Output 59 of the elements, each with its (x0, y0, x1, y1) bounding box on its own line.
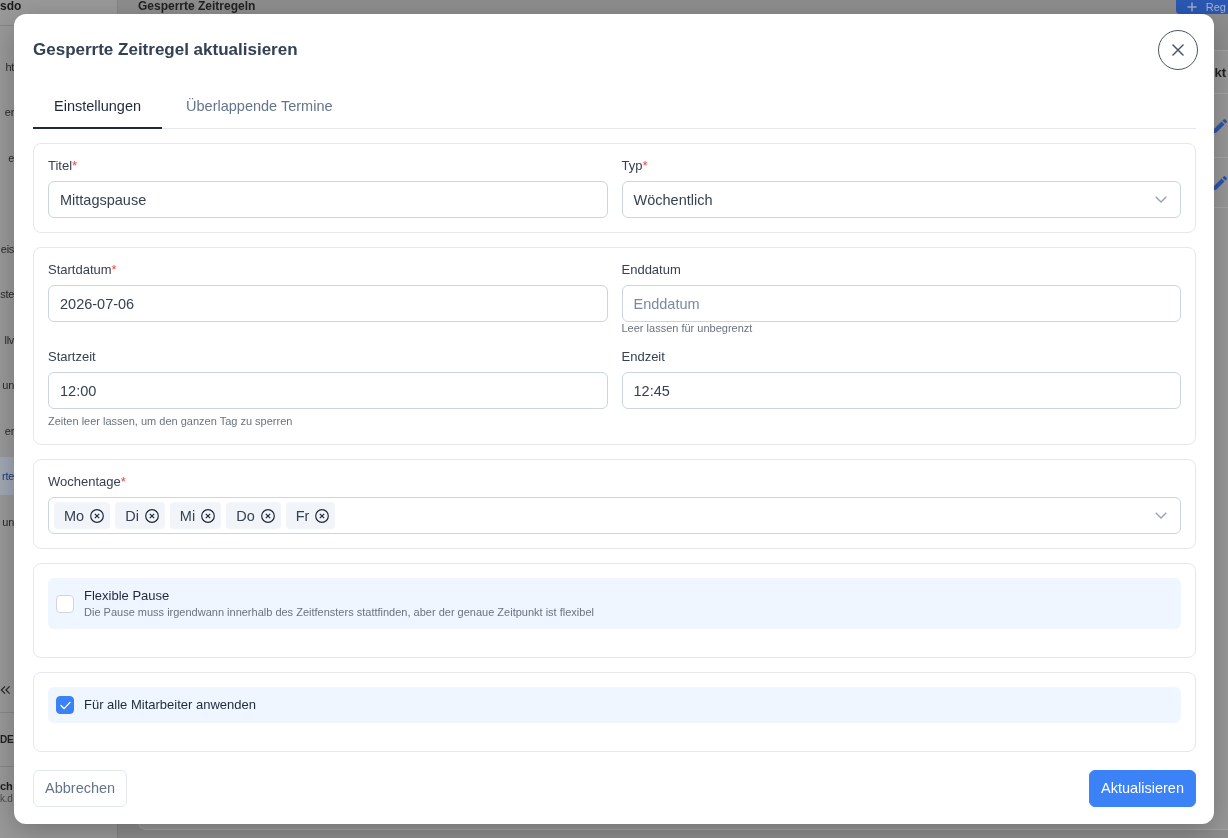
sidebar-item[interactable]: e (0, 138, 14, 177)
field-label: Enddatum (621, 261, 681, 279)
page-heading: Gesperrte Zeitregeln (138, 0, 256, 13)
text-field[interactable]: Enddatum (621, 285, 1181, 322)
sidebar-item[interactable]: eis (0, 229, 14, 268)
weekday-label: Fr (295, 507, 310, 524)
circle-x-icon[interactable] (144, 508, 159, 523)
circle-x-icon[interactable] (260, 508, 275, 523)
update-button[interactable]: Aktualisieren (1089, 769, 1196, 807)
hint-text: Leer lassen für unbegrenzt (621, 322, 753, 335)
plus-icon (1186, 2, 1197, 12)
chevron-down-icon (1155, 512, 1167, 519)
weekday-label: Di (125, 507, 139, 524)
option-label: Für alle Mitarbeiter anwenden (84, 696, 256, 714)
double-chevron-left-icon[interactable] (0, 684, 11, 695)
column-header: kt (1214, 64, 1226, 80)
cancel-button[interactable]: Abbrechen (33, 769, 128, 807)
chevron-down-icon (1155, 196, 1167, 203)
user-email: k.d (0, 792, 14, 805)
logo-text: sdo (0, 0, 22, 13)
circle-x-icon[interactable] (90, 508, 105, 523)
weekday-label: Do (236, 507, 255, 524)
option-description: Die Pause muss irgendwann innerhalb des Zeitfensters stattfinden, aber der genaue Zeitpunkt ist flexibel (84, 605, 594, 620)
sidebar-item[interactable]: er (0, 93, 14, 132)
field-label: Endzeit (621, 348, 665, 366)
field-label: Wochentage* (48, 473, 126, 491)
select-field[interactable]: Wöchentlich (621, 181, 1181, 218)
option-label: Flexible Pause (84, 587, 170, 605)
user-name: ch (0, 778, 14, 793)
checkmark-icon (59, 700, 71, 710)
language-label[interactable]: DE (0, 733, 14, 745)
sidebar-item[interactable]: ht (0, 47, 14, 86)
sidebar-item[interactable]: un (0, 366, 14, 405)
text-field[interactable]: 12:45 (621, 372, 1181, 409)
weekday-label: Mo (64, 507, 85, 524)
field-label: Typ* (621, 157, 648, 175)
checkbox[interactable] (56, 696, 74, 714)
sidebar-item[interactable]: ste (0, 275, 14, 314)
field-label: Startzeit (48, 348, 96, 366)
field-label: Startdatum* (48, 261, 117, 279)
circle-x-icon[interactable] (201, 508, 216, 523)
multiselect-field[interactable]: Mo Di Mi Do Fr (48, 497, 1181, 534)
hint-text: Zeiten leer lassen, um den ganzen Tag zu sperren (48, 415, 293, 428)
tab[interactable]: Einstellungen (33, 86, 163, 129)
tab[interactable]: Überlappende Termine (165, 86, 354, 129)
text-field[interactable]: 2026-07-06 (48, 285, 608, 322)
close-icon (1172, 44, 1184, 56)
dialog-title: Gesperrte Zeitregel aktualisieren (33, 40, 298, 60)
sidebar-item[interactable]: rte (0, 457, 14, 496)
weekday-label: Mi (179, 507, 196, 524)
add-button[interactable]: Reg (1175, 0, 1228, 14)
circle-x-icon[interactable] (315, 508, 330, 523)
text-field[interactable]: 12:00 (48, 372, 608, 409)
sidebar-item[interactable]: un (0, 502, 14, 541)
close-button[interactable] (1158, 30, 1198, 70)
sidebar-item[interactable]: er (0, 411, 14, 450)
text-field[interactable]: Mittagspause (48, 181, 608, 218)
sidebar-item[interactable]: llv (0, 320, 14, 359)
field-label: Titel* (48, 157, 78, 175)
